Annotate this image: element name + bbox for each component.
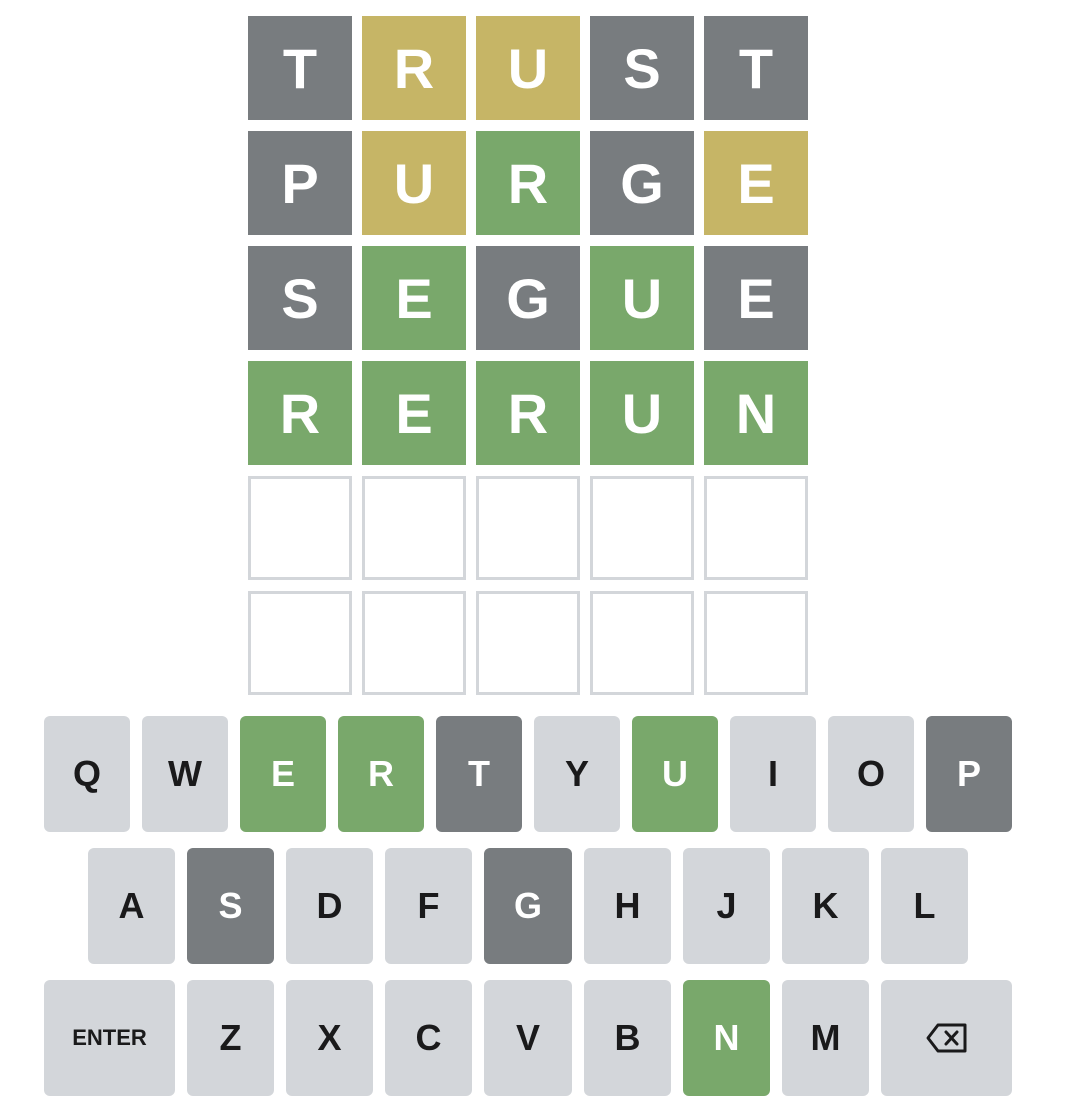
- game-board: TRUSTPURGESEGUERERUN: [248, 16, 808, 706]
- letter-tile: U: [590, 246, 694, 350]
- keyboard-row: QWERTYUIOP: [44, 716, 1012, 832]
- letter-tile: R: [248, 361, 352, 465]
- board-row: [248, 476, 808, 580]
- key-x[interactable]: X: [286, 980, 373, 1096]
- letter-tile: U: [590, 361, 694, 465]
- key-l[interactable]: L: [881, 848, 968, 964]
- letter-tile: E: [362, 246, 466, 350]
- key-e[interactable]: E: [240, 716, 326, 832]
- board-row: SEGUE: [248, 246, 808, 350]
- letter-tile: T: [248, 16, 352, 120]
- key-q[interactable]: Q: [44, 716, 130, 832]
- key-v[interactable]: V: [484, 980, 572, 1096]
- empty-tile: [704, 591, 808, 695]
- key-g[interactable]: G: [484, 848, 572, 964]
- board-row: PURGE: [248, 131, 808, 235]
- letter-tile: G: [590, 131, 694, 235]
- letter-tile: R: [476, 131, 580, 235]
- letter-tile: S: [248, 246, 352, 350]
- key-p[interactable]: P: [926, 716, 1012, 832]
- letter-tile: E: [704, 131, 808, 235]
- empty-tile: [476, 591, 580, 695]
- key-t[interactable]: T: [436, 716, 522, 832]
- letter-tile: N: [704, 361, 808, 465]
- key-m[interactable]: M: [782, 980, 869, 1096]
- letter-tile: S: [590, 16, 694, 120]
- key-s[interactable]: S: [187, 848, 274, 964]
- backspace-icon: [926, 1023, 966, 1053]
- empty-tile: [590, 476, 694, 580]
- letter-tile: G: [476, 246, 580, 350]
- empty-tile: [476, 476, 580, 580]
- key-k[interactable]: K: [782, 848, 869, 964]
- key-d[interactable]: D: [286, 848, 373, 964]
- keyboard-row: ASDFGHJKL: [44, 848, 1012, 964]
- empty-tile: [362, 476, 466, 580]
- key-b[interactable]: B: [584, 980, 671, 1096]
- letter-tile: U: [362, 131, 466, 235]
- on-screen-keyboard: Q W E R T Y U I O P A S D F G H J K L ENTER Z X C V B N M: [44, 716, 1012, 1112]
- key-z[interactable]: Z: [187, 980, 274, 1096]
- board-row: [248, 591, 808, 695]
- key-u[interactable]: U: [632, 716, 718, 832]
- key-w[interactable]: W: [142, 716, 228, 832]
- empty-tile: [248, 591, 352, 695]
- empty-tile: [248, 476, 352, 580]
- empty-tile: [590, 591, 694, 695]
- empty-tile: [704, 476, 808, 580]
- board-row: TRUST: [248, 16, 808, 120]
- key-f[interactable]: F: [385, 848, 472, 964]
- letter-tile: P: [248, 131, 352, 235]
- key-c[interactable]: C: [385, 980, 472, 1096]
- letter-tile: T: [704, 16, 808, 120]
- key-i[interactable]: I: [730, 716, 816, 832]
- board-row: RERUN: [248, 361, 808, 465]
- key-a[interactable]: A: [88, 848, 175, 964]
- key-h[interactable]: H: [584, 848, 671, 964]
- letter-tile: E: [704, 246, 808, 350]
- enter-key[interactable]: ENTER: [44, 980, 175, 1096]
- key-r[interactable]: R: [338, 716, 424, 832]
- keyboard-row: ENTER Z X C V B N M: [44, 980, 1012, 1096]
- letter-tile: R: [362, 16, 466, 120]
- backspace-key[interactable]: [881, 980, 1012, 1096]
- key-o[interactable]: O: [828, 716, 914, 832]
- letter-tile: E: [362, 361, 466, 465]
- letter-tile: U: [476, 16, 580, 120]
- empty-tile: [362, 591, 466, 695]
- key-n[interactable]: N: [683, 980, 770, 1096]
- key-j[interactable]: J: [683, 848, 770, 964]
- key-y[interactable]: Y: [534, 716, 620, 832]
- letter-tile: R: [476, 361, 580, 465]
